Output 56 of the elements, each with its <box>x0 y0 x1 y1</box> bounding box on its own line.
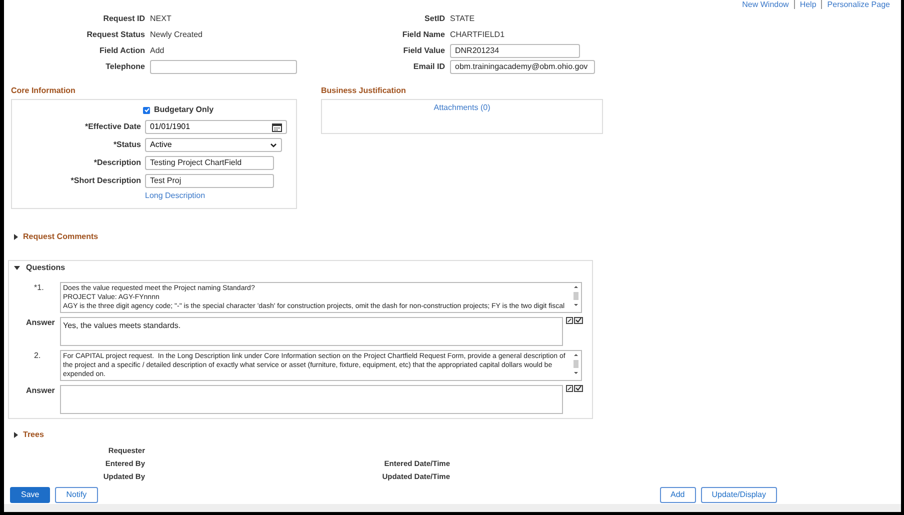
field-value: NEXT <box>150 12 172 24</box>
section-title[interactable]: Questions <box>26 262 66 274</box>
field-label: *Status <box>112 139 142 151</box>
answer-box[interactable]: Yes, the values meets standards. <box>60 317 563 346</box>
header-link[interactable]: Help <box>794 0 822 9</box>
field-label: SetID <box>424 12 446 24</box>
header-link[interactable]: New Window <box>737 0 794 9</box>
action-button[interactable]: Notify <box>55 487 98 503</box>
action-button[interactable]: Update/Display <box>700 487 777 503</box>
field-value: STATE <box>450 12 475 24</box>
header-link[interactable]: Personalize Page <box>821 0 895 9</box>
field-label: Field Action <box>98 44 146 56</box>
collapsed-triangle-icon[interactable] <box>14 432 19 438</box>
field-value: Newly Created <box>150 28 202 40</box>
question-number: *1. <box>33 282 45 294</box>
input-field[interactable]: obm.trainingacademy@obm.ohio.gov <box>450 60 595 74</box>
calendar-icon[interactable] <box>272 122 282 132</box>
input-field[interactable] <box>150 60 297 74</box>
section-title: Core Information <box>11 85 76 97</box>
section-title[interactable]: Trees <box>23 429 44 441</box>
field-label: Telephone <box>104 60 146 72</box>
field-value: Add <box>150 44 164 56</box>
field-label: *Short Description <box>70 175 142 187</box>
chevron-down-icon <box>270 142 277 148</box>
question-number: 2. <box>33 350 42 362</box>
input-field[interactable]: Test Proj <box>145 174 274 188</box>
scrollbar-drawing <box>572 284 580 308</box>
expand-icon[interactable] <box>566 317 573 324</box>
spell-check-icon[interactable] <box>574 385 583 392</box>
field-label: *Effective Date <box>84 121 142 133</box>
input-field[interactable]: DNR201234 <box>450 44 580 58</box>
collapsed-triangle-icon[interactable] <box>14 234 19 240</box>
expand-icon[interactable] <box>566 385 573 392</box>
field-label: Field Value <box>402 44 446 56</box>
attachments-link[interactable]: Attachments (0) <box>434 102 490 114</box>
section-title[interactable]: Request Comments <box>23 231 98 243</box>
answer-label: Answer <box>25 317 56 329</box>
date-field[interactable]: 01/01/1901 <box>145 120 287 134</box>
scrollbar-drawing <box>572 352 580 376</box>
field-label: Field Name <box>401 28 446 40</box>
long-description-link[interactable]: Long Description <box>12 190 296 202</box>
answer-label: Answer <box>25 385 56 397</box>
field-label: Email ID <box>412 60 446 72</box>
field-label: Request ID <box>102 12 146 24</box>
spell-check-icon[interactable] <box>574 317 583 324</box>
field-label: Request Status <box>86 28 146 40</box>
action-button[interactable]: Save <box>10 487 50 503</box>
field-label: *Description <box>92 157 142 169</box>
field-value: CHARTFIELD1 <box>450 28 505 40</box>
section-title: Business Justification <box>321 85 407 97</box>
checkbox[interactable] <box>143 106 150 114</box>
status-select[interactable]: Active <box>145 138 282 152</box>
expanded-triangle-icon[interactable] <box>14 266 20 270</box>
checkbox-label: Budgetary Only <box>154 104 214 116</box>
action-button[interactable]: Add <box>660 487 696 503</box>
input-field[interactable]: Testing Project ChartField <box>145 156 274 170</box>
